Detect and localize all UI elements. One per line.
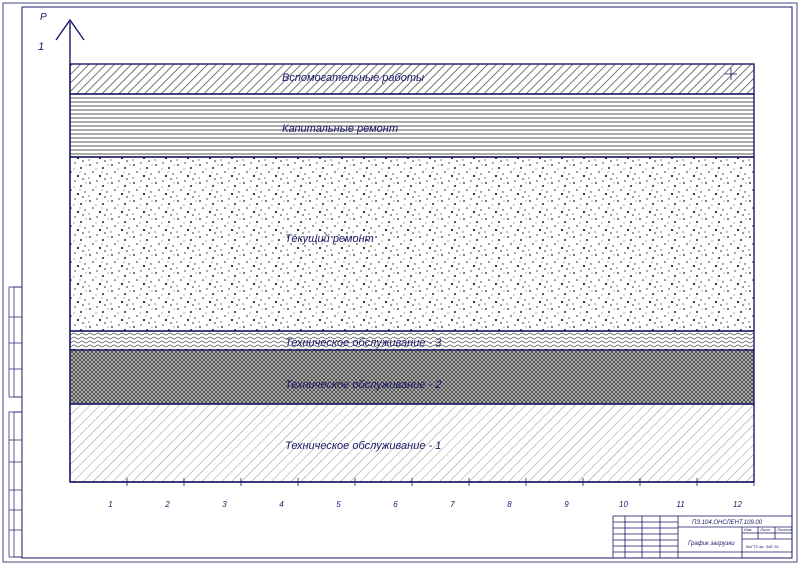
title-block-drawing-title: График загрузки (688, 541, 735, 547)
x-tick-label: 3 (222, 500, 227, 509)
title-block-organization: ВоГТУ гр. ЭАТ-51 (746, 544, 779, 549)
x-tick-label: 8 (507, 500, 512, 509)
title-block-sheet: Лист (759, 527, 771, 532)
left-margin-stamps (8, 286, 23, 558)
x-tick-label: 5 (336, 500, 341, 509)
x-tick-label: 12 (733, 500, 742, 509)
y-axis-value: 1 (38, 41, 44, 53)
x-tick-label: 10 (619, 500, 628, 509)
title-block-sheets: Листов (776, 527, 792, 532)
x-tick-label: 9 (564, 500, 569, 509)
title-block-stage: Изм. (744, 527, 753, 532)
band-maintenance-2 (69, 349, 755, 405)
band-label-maintenance-2: Техническое обслуживание - 2 (285, 379, 441, 391)
band-label-capital-repair: Капитальные ремонт (282, 123, 398, 135)
y-axis-symbol: Р (40, 12, 47, 23)
drawing-sheet: Р 1 Вспомогательные работы Капитальные р… (2, 2, 798, 563)
title-block-doc-code: ПЗ.104.ОНСЛЕНТ.109.00 (692, 520, 763, 526)
band-capital-repair (69, 93, 755, 158)
load-bands: Вспомогательные работы Капитальные ремон… (69, 63, 755, 483)
x-tick-label: 1 (108, 500, 112, 509)
band-label-maintenance-1: Техническое обслуживание - 1 (285, 440, 441, 452)
x-tick-label: 4 (279, 500, 284, 509)
x-tick-label: 2 (164, 500, 170, 509)
band-label-maintenance-3: Техническое обслуживание - 3 (285, 337, 442, 349)
band-current-repair (69, 156, 755, 332)
x-axis: 1 2 3 4 5 6 7 8 9 10 11 12 (70, 478, 755, 509)
x-tick-label: 7 (450, 500, 455, 509)
band-label-auxiliary-work: Вспомогательные работы (282, 72, 424, 84)
x-tick-label: 6 (393, 500, 398, 509)
band-label-current-repair: Текущий ремонт (285, 233, 374, 245)
x-tick-label: 11 (676, 500, 684, 509)
